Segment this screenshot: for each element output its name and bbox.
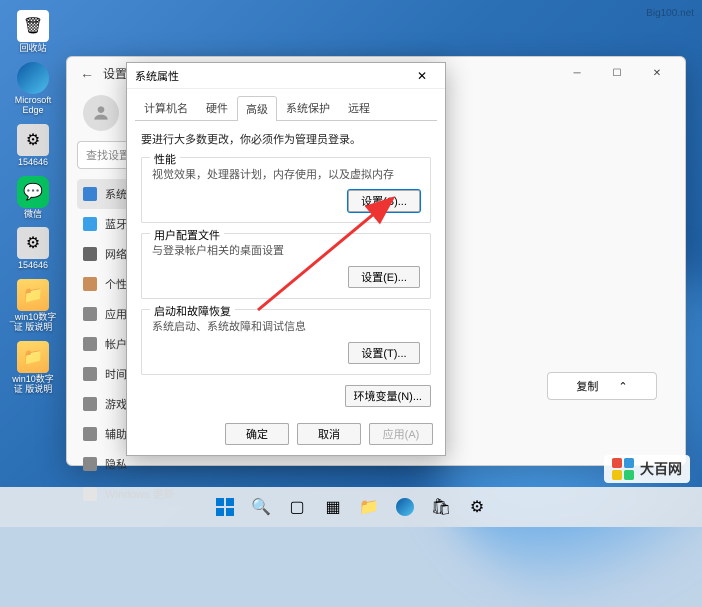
nav-label: 系统 bbox=[105, 186, 127, 202]
group-desc: 视觉效果，处理器计划，内存使用，以及虚拟内存 bbox=[152, 166, 420, 182]
taskbar: 🔍 ▢ ▦ 📁 🛍 ⚙ bbox=[0, 487, 702, 527]
tab-2[interactable]: 高级 bbox=[237, 96, 277, 121]
edge-icon bbox=[17, 62, 49, 94]
copy-button[interactable]: 复制 ⌃ bbox=[547, 372, 657, 400]
gear-icon: ⚙ bbox=[17, 124, 49, 156]
group-desc: 系统启动、系统故障和调试信息 bbox=[152, 318, 420, 334]
admin-note: 要进行大多数更改，你必须作为管理员登录。 bbox=[141, 131, 431, 147]
group-2: 启动和故障恢复系统启动、系统故障和调试信息设置(T)... bbox=[141, 309, 431, 375]
search-icon[interactable]: 🔍 bbox=[246, 492, 276, 522]
dialog-tabs: 计算机名硬件高级系统保护远程 bbox=[135, 95, 437, 121]
nav-label: 应用 bbox=[105, 306, 127, 322]
nav-label: 个性 bbox=[105, 276, 127, 292]
minimize-button[interactable]: ─ bbox=[557, 59, 597, 87]
brand-text: 大百网 bbox=[640, 459, 682, 479]
brand-logo: 大百网 bbox=[604, 455, 690, 483]
desktop-icon-settings2[interactable]: ⚙ 154646 bbox=[8, 227, 58, 271]
watermark: Big100.net bbox=[646, 8, 694, 19]
search-placeholder: 查找设置 bbox=[86, 147, 130, 163]
ok-button[interactable]: 确定 bbox=[225, 423, 289, 445]
nav-icon bbox=[83, 397, 97, 411]
nav-icon bbox=[83, 217, 97, 231]
settings-title: 设置 bbox=[103, 65, 127, 82]
desktop-icon-settings1[interactable]: ⚙ 154646 bbox=[8, 124, 58, 168]
desktop-icon-label: 154646 bbox=[18, 158, 48, 168]
nav-label: 帐户 bbox=[105, 336, 127, 352]
folder-icon: 📁 bbox=[17, 279, 49, 311]
cancel-button[interactable]: 取消 bbox=[297, 423, 361, 445]
desktop-icon-label: _win10数字证 版说明 bbox=[8, 313, 58, 333]
desktop-icon-folder2[interactable]: 📁win10数字证 版说明 bbox=[8, 341, 58, 395]
nav-label: 网络 bbox=[105, 246, 127, 262]
close-button[interactable]: ✕ bbox=[637, 59, 677, 87]
nav-icon bbox=[83, 337, 97, 351]
tab-3[interactable]: 系统保护 bbox=[277, 95, 339, 120]
maximize-button[interactable]: ☐ bbox=[597, 59, 637, 87]
desktop-icon-wechat[interactable]: 💬 微信 bbox=[8, 176, 58, 220]
nav-label: 隐私 bbox=[105, 456, 127, 472]
widgets-icon[interactable]: ▦ bbox=[318, 492, 348, 522]
explorer-icon[interactable]: 📁 bbox=[354, 492, 384, 522]
nav-icon bbox=[83, 457, 97, 471]
group-desc: 与登录帐户相关的桌面设置 bbox=[152, 242, 420, 258]
desktop-icon-label: win10数字证 版说明 bbox=[8, 375, 58, 395]
desktop-icon-label: 微信 bbox=[24, 210, 42, 220]
recycle-bin-icon: 🗑 bbox=[17, 10, 49, 42]
desktop-icon-label: 回收站 bbox=[19, 44, 46, 54]
nav-label: 辅助 bbox=[105, 426, 127, 442]
tab-1[interactable]: 硬件 bbox=[197, 95, 237, 120]
tab-4[interactable]: 远程 bbox=[339, 95, 379, 120]
desktop-icon-folder1[interactable]: 📁_win10数字证 版说明 bbox=[8, 279, 58, 333]
nav-label: 时间 bbox=[105, 366, 127, 382]
nav-icon bbox=[83, 277, 97, 291]
dialog-body: 要进行大多数更改，你必须作为管理员登录。 性能视觉效果，处理器计划，内存使用，以… bbox=[127, 121, 445, 417]
nav-icon bbox=[83, 367, 97, 381]
system-properties-dialog: 系统属性 ✕ 计算机名硬件高级系统保护远程 要进行大多数更改，你必须作为管理员登… bbox=[126, 62, 446, 456]
environment-variables-button[interactable]: 环境变量(N)... bbox=[345, 385, 431, 407]
start-button[interactable] bbox=[210, 492, 240, 522]
group-title: 启动和故障恢复 bbox=[150, 303, 235, 319]
group-title: 性能 bbox=[150, 151, 180, 167]
store-icon[interactable]: 🛍 bbox=[426, 492, 456, 522]
group-settings-button-1[interactable]: 设置(E)... bbox=[348, 266, 420, 288]
dialog-title: 系统属性 bbox=[135, 68, 179, 84]
nav-icon bbox=[83, 247, 97, 261]
nav-icon bbox=[83, 187, 97, 201]
brand-logo-icon bbox=[612, 458, 634, 480]
chevron-up-icon: ⌃ bbox=[618, 380, 627, 393]
nav-icon bbox=[83, 307, 97, 321]
user-avatar[interactable] bbox=[83, 95, 119, 131]
dialog-footer: 确定 取消 应用(A) bbox=[225, 423, 433, 445]
desktop-icon-label: 154646 bbox=[18, 261, 48, 271]
group-settings-button-0[interactable]: 设置(S)... bbox=[348, 190, 420, 212]
back-button[interactable]: ← bbox=[75, 61, 99, 85]
edge-taskbar-icon[interactable] bbox=[390, 492, 420, 522]
apply-button[interactable]: 应用(A) bbox=[369, 423, 433, 445]
nav-icon bbox=[83, 427, 97, 441]
desktop-icons: 🗑回收站 Microsoft Edge ⚙154646 💬微信 ⚙154646 … bbox=[8, 10, 58, 395]
group-1: 用户配置文件与登录帐户相关的桌面设置设置(E)... bbox=[141, 233, 431, 299]
desktop-icon-label: Microsoft Edge bbox=[8, 96, 58, 116]
desktop-icon-edge[interactable]: Microsoft Edge bbox=[8, 62, 58, 116]
settings-taskbar-icon[interactable]: ⚙ bbox=[462, 492, 492, 522]
folder-icon: 📁 bbox=[17, 341, 49, 373]
gear-icon: ⚙ bbox=[17, 227, 49, 259]
nav-label: 蓝牙 bbox=[105, 216, 127, 232]
dialog-titlebar: 系统属性 ✕ bbox=[127, 63, 445, 89]
group-0: 性能视觉效果，处理器计划，内存使用，以及虚拟内存设置(S)... bbox=[141, 157, 431, 223]
taskview-icon[interactable]: ▢ bbox=[282, 492, 312, 522]
wechat-icon: 💬 bbox=[17, 176, 49, 208]
copy-label: 复制 bbox=[576, 378, 598, 394]
tab-0[interactable]: 计算机名 bbox=[135, 95, 197, 120]
group-settings-button-2[interactable]: 设置(T)... bbox=[348, 342, 420, 364]
close-button[interactable]: ✕ bbox=[407, 66, 437, 86]
desktop-icon-recycle-bin[interactable]: 🗑 回收站 bbox=[8, 10, 58, 54]
nav-label: 游戏 bbox=[105, 396, 127, 412]
group-title: 用户配置文件 bbox=[150, 227, 224, 243]
